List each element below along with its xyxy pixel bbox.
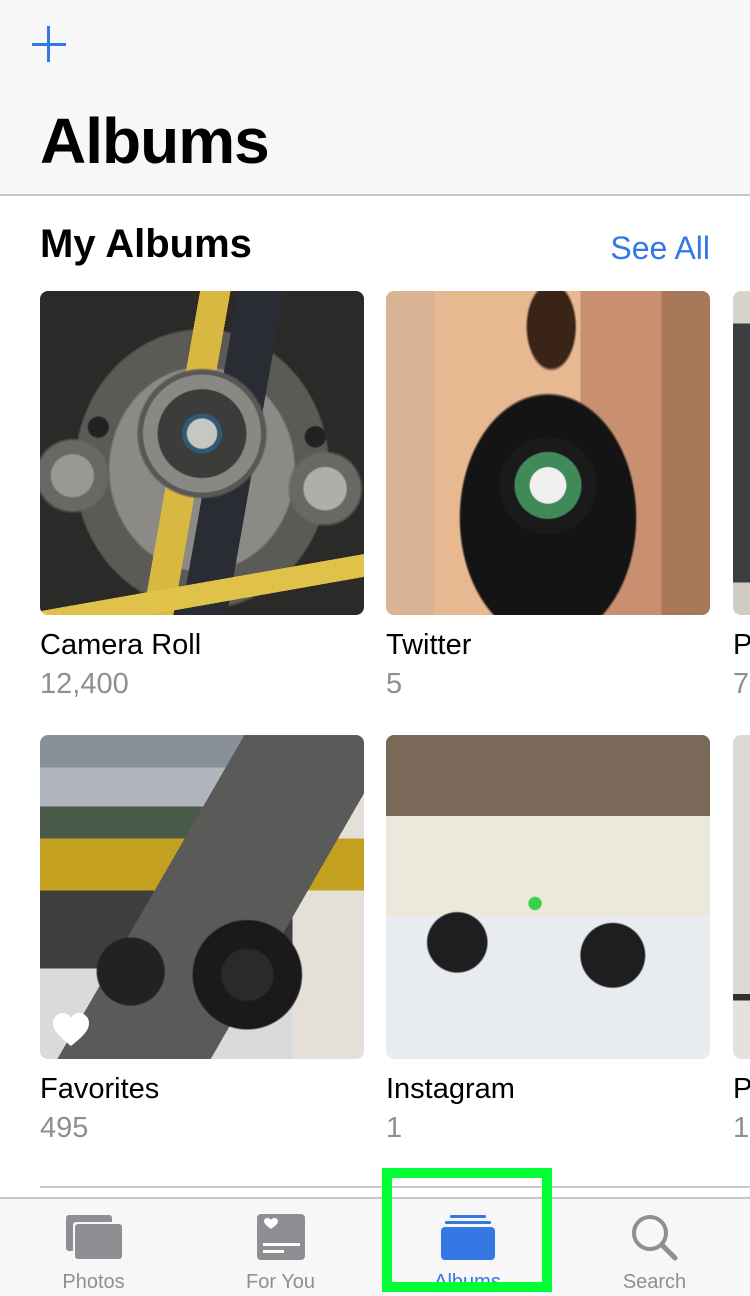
album-thumbnail[interactable] [386, 735, 710, 1059]
for-you-icon [256, 1214, 305, 1260]
navigation-bar: Albums [0, 0, 750, 196]
album-thumbnail[interactable] [40, 735, 364, 1059]
tab-label: Search [622, 1271, 687, 1293]
album-count: 5 [386, 668, 403, 700]
album-count: 7 [733, 668, 750, 700]
tab-label: For You [246, 1271, 315, 1293]
album-name: Instagram [386, 1073, 515, 1105]
album-partial-1[interactable]: P 7 [733, 291, 750, 701]
section-divider [40, 1186, 750, 1188]
album-partial-2[interactable]: P 1 [733, 735, 750, 1145]
add-album-button[interactable] [30, 26, 68, 64]
album-name: Favorites [40, 1073, 160, 1105]
page-title: Albums [40, 105, 270, 177]
tab-photos[interactable]: Photos [0, 1199, 187, 1296]
tab-label: Photos [62, 1271, 125, 1293]
tab-label: Albums [434, 1271, 501, 1293]
album-instagram[interactable]: Instagram 1 [386, 735, 710, 1145]
tab-for-you[interactable]: For You [187, 1199, 374, 1296]
album-thumbnail[interactable] [733, 735, 750, 1059]
album-name: Camera Roll [40, 629, 202, 661]
search-icon [631, 1215, 677, 1261]
see-all-button[interactable]: See All [610, 230, 710, 267]
heart-icon [53, 1013, 89, 1046]
album-thumbnail[interactable] [40, 291, 364, 615]
album-count: 1 [733, 1112, 750, 1144]
album-count: 12,400 [40, 668, 129, 700]
album-thumbnail[interactable] [386, 291, 710, 615]
photos-icon [65, 1215, 122, 1259]
album-thumbnail[interactable] [733, 291, 750, 615]
section-title-my-albums: My Albums [40, 222, 252, 266]
album-camera-roll[interactable]: Camera Roll 12,400 [40, 291, 364, 701]
album-twitter[interactable]: Twitter 5 [386, 291, 710, 701]
tab-search[interactable]: Search [561, 1199, 748, 1296]
album-favorites[interactable]: Favorites 495 [40, 735, 364, 1145]
tab-albums[interactable]: Albums [374, 1199, 561, 1296]
album-count: 1 [386, 1112, 403, 1144]
album-count: 495 [40, 1112, 89, 1144]
tab-bar: Photos For You Albums Search [0, 1197, 750, 1296]
album-name: P [733, 1073, 750, 1105]
album-name: Twitter [386, 629, 472, 661]
album-name: P [733, 629, 750, 661]
albums-icon [440, 1215, 495, 1260]
